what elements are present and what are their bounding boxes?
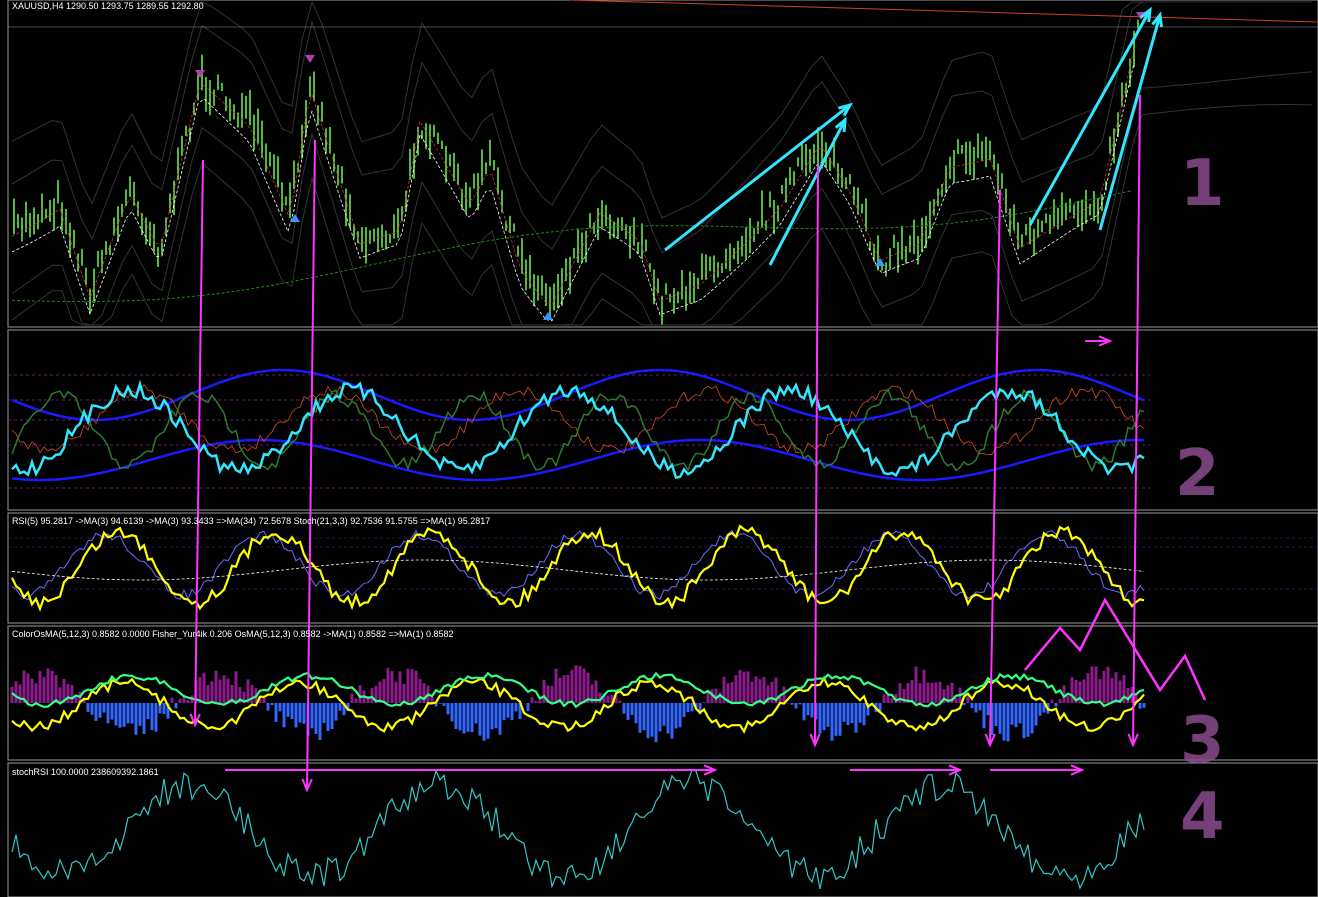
arrow-up-icon: [290, 214, 300, 222]
indicator-2-series: [8, 368, 1150, 489]
arrow-down-icon: [195, 70, 205, 78]
band-lower: [11, 438, 1144, 482]
magenta-arrow: [814, 164, 819, 746]
arrow-down-icon: [305, 55, 315, 63]
stochrsi-series: [11, 768, 1145, 890]
ma-white: [11, 62, 1135, 322]
line-green: [11, 388, 1145, 473]
magenta-arrow: [194, 159, 204, 726]
rsi-ma: [11, 559, 1145, 581]
trendline: [569, 0, 1318, 23]
rsi-legend: RSI(5) 95.2817 ->MA(3) 94.6139 ->MA(3) 9…: [12, 516, 490, 526]
arrow-up-icon: [875, 258, 885, 266]
osma-line: [11, 671, 1145, 709]
rsi-line: [11, 524, 1145, 613]
osma-legend: ColorOsMA(5,12,3) 0.8582 0.0000 Fisher_Y…: [12, 629, 454, 639]
rsi-series: [8, 524, 1318, 613]
annotation-3: 3: [1180, 704, 1225, 778]
envelope: [11, 104, 1313, 326]
arrow-up-icon: [543, 312, 553, 320]
envelope: [11, 71, 1313, 326]
symbol-header: XAUUSD,H4 1290.50 1293.75 1289.55 1292.8…: [12, 1, 204, 11]
stochrsi-line: [11, 768, 1145, 890]
annotation-2: 2: [1175, 437, 1220, 511]
stochrsi-legend: stochRSI 100.0000 238609392.1861: [12, 767, 159, 777]
annotation-1: 1: [1180, 147, 1225, 221]
annotation-4: 4: [1180, 780, 1225, 854]
trading-chart[interactable]: XAUUSD,H4 1290.50 1293.75 1289.55 1292.8…: [0, 0, 1318, 897]
magenta-arrow: [306, 139, 316, 791]
price-panel[interactable]: [7, 0, 1318, 328]
price-series: [8, 0, 1318, 326]
envelope: [11, 0, 1312, 219]
rsi-panel[interactable]: [7, 512, 1318, 624]
osma-series: [10, 665, 1146, 743]
